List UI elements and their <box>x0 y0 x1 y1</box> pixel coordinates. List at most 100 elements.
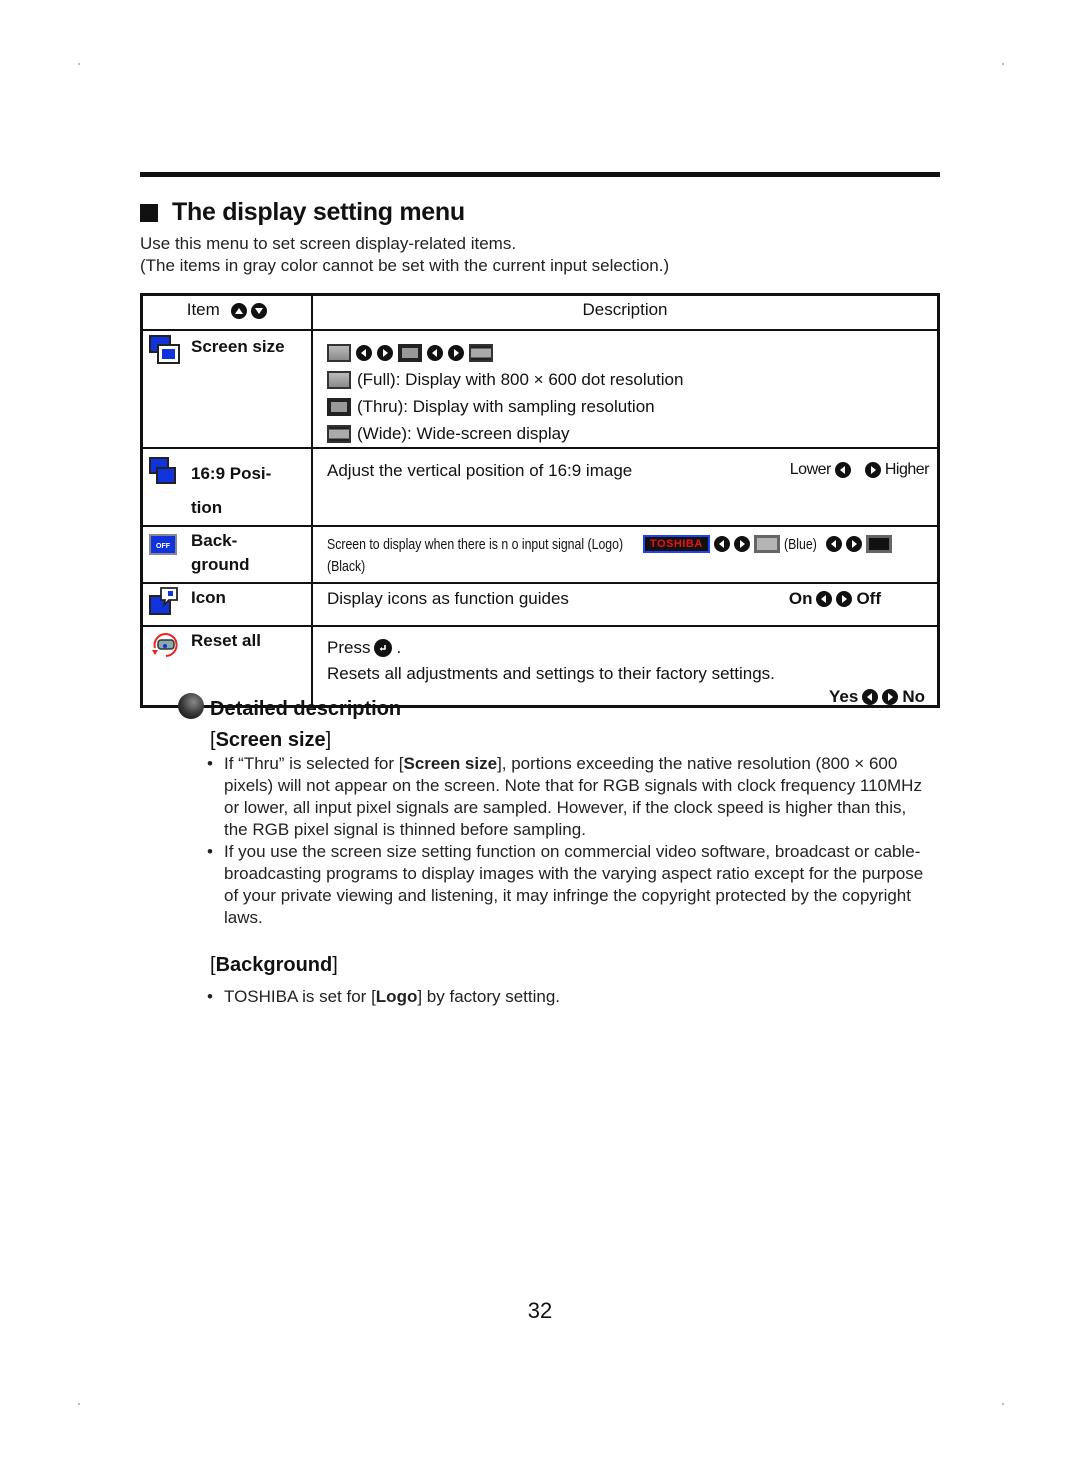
table-row: Icon Display icons as function guides On… <box>140 582 940 627</box>
right-arrow-icon <box>836 591 853 607</box>
header-rule <box>140 172 940 177</box>
item-label-cont: ground <box>191 555 250 574</box>
press-period: . <box>396 638 402 657</box>
table-row: Reset all Press . Resets all adjustments… <box>140 625 940 708</box>
item-cell[interactable]: Screen size <box>140 329 313 449</box>
full-screen-icon <box>327 343 351 362</box>
right-arrow-icon <box>845 536 862 552</box>
item-cell[interactable]: OFF Back- ground <box>140 525 313 584</box>
right-arrow-icon <box>733 536 750 552</box>
section-heading-background: [Background] <box>210 954 338 976</box>
wide-screen-icon <box>327 424 351 443</box>
toshiba-logo-option: TOSHIBA <box>643 535 710 553</box>
left-arrow-icon <box>816 591 833 607</box>
reset-icon <box>152 633 178 657</box>
yes-label: Yes <box>829 687 859 706</box>
right-arrow-icon <box>882 689 899 705</box>
bullet-dot: • <box>207 987 213 1006</box>
icon-guide-icon <box>149 587 178 615</box>
position-desc: Adjust the vertical position of 16:9 ima… <box>327 461 633 480</box>
bullet-item: • TOSHIBA is set for [Logo] by factory s… <box>207 986 927 1008</box>
intro-line: (The items in gray color cannot be set w… <box>140 256 670 275</box>
sphere-bullet-icon <box>178 692 204 719</box>
intro-line: Use this menu to set screen display-rela… <box>140 234 517 253</box>
section-title: Background <box>215 954 333 976</box>
black-label: (Black) <box>327 558 366 575</box>
higher-label: Higher <box>884 461 930 478</box>
left-arrow-icon <box>834 462 851 478</box>
table-row: Screen size (Full): Display with 800 × 6… <box>140 329 940 449</box>
detailed-description-heading: Detailed description <box>178 692 402 721</box>
blue-swatch <box>753 535 780 553</box>
right-arrow-icon <box>864 462 881 478</box>
item-label: Screen size <box>191 337 285 356</box>
square-bullet-icon <box>140 203 158 222</box>
display-menu-table: Item Description Screen size (Full): Dis… <box>140 293 940 708</box>
screen-size-bullets: • If “Thru” is selected for [Screen size… <box>207 753 927 929</box>
background-off-icon: OFF <box>149 534 177 555</box>
background-bullets: • TOSHIBA is set for [Logo] by factory s… <box>207 986 927 1008</box>
svg-text:OFF: OFF <box>156 543 171 550</box>
description-cell: Adjust the vertical position of 16:9 ima… <box>311 447 940 527</box>
section-title: Screen size <box>215 729 326 751</box>
bullet-dot: • <box>207 754 213 773</box>
bullet-text-post: ] by factory setting. <box>417 987 561 1006</box>
option-wide-desc: (Wide): Wide-screen display <box>357 423 570 443</box>
item-header-label: Item <box>186 300 220 319</box>
bullet-text: If you use the screen size setting funct… <box>224 842 924 927</box>
left-arrow-icon <box>427 344 443 361</box>
bullet-text: TOSHIBA is set for [Logo] by factory set… <box>224 986 560 1008</box>
bullet-text-pre: TOSHIBA is set for [ <box>224 987 376 1006</box>
screen-size-icon <box>149 335 180 364</box>
bullet-text-pre: If “Thru” is selected for [ <box>224 754 404 773</box>
item-label: Back- <box>191 531 238 550</box>
table-row: 16:9 Posi- tion Adjust the vertical posi… <box>140 447 940 527</box>
full-screen-icon <box>327 370 351 389</box>
on-label: On <box>788 589 813 608</box>
no-label: No <box>902 687 925 706</box>
section-heading-screen-size: [Screen size] <box>210 729 332 751</box>
item-cell[interactable]: 16:9 Posi- tion <box>140 447 313 527</box>
description-cell: (Full): Display with 800 × 600 dot resol… <box>311 329 940 449</box>
item-cell[interactable]: Reset all <box>140 625 313 708</box>
item-label-cont: tion <box>191 498 223 517</box>
crop-mark <box>78 1403 80 1405</box>
crop-mark <box>78 63 80 65</box>
right-arrow-icon <box>377 344 393 361</box>
position-icon <box>149 457 176 484</box>
table-header-row: Item Description <box>140 293 940 331</box>
intro-text: Use this menu to set screen display-rela… <box>140 233 669 277</box>
bullet-item: • If you use the screen size setting fun… <box>207 841 927 929</box>
description-cell: Press . Resets all adjustments and setti… <box>311 625 940 708</box>
crop-mark <box>1002 1403 1004 1405</box>
left-arrow-icon <box>825 536 842 552</box>
option-thru-desc: (Thru): Display with sampling resolution <box>357 396 655 416</box>
detailed-description-title: Detailed description <box>210 698 402 720</box>
icon-desc: Display icons as function guides <box>327 589 569 608</box>
page-title: The display setting menu <box>140 198 465 227</box>
bullet-item: • If “Thru” is selected for [Screen size… <box>207 753 927 841</box>
left-arrow-icon <box>713 536 730 552</box>
thru-screen-icon <box>327 397 351 416</box>
page-number: 32 <box>527 1298 553 1323</box>
black-swatch <box>865 535 892 553</box>
press-label: Press <box>327 638 371 657</box>
left-arrow-icon <box>356 344 372 361</box>
description-column-header: Description <box>311 293 940 331</box>
item-label: 16:9 Posi- <box>191 464 272 483</box>
bullet-text-bold: Screen size <box>403 754 498 773</box>
right-arrow-icon <box>448 344 464 361</box>
left-arrow-icon <box>862 689 879 705</box>
description-cell: Display icons as function guides On Off <box>311 582 940 627</box>
wide-screen-icon <box>469 343 493 362</box>
bullet-text-bold: Logo <box>375 987 418 1006</box>
bullet-text: If “Thru” is selected for [Screen size],… <box>224 753 927 841</box>
thru-screen-icon <box>398 343 422 362</box>
crop-mark <box>1002 63 1004 65</box>
item-cell[interactable]: Icon <box>140 582 313 627</box>
option-full-desc: (Full): Display with 800 × 600 dot resol… <box>357 369 684 389</box>
description-header-label: Description <box>582 300 668 319</box>
description-cell: Screen to display when there is n o inpu… <box>311 525 940 584</box>
lower-label: Lower <box>789 461 832 478</box>
background-desc: Screen to display when there is n o inpu… <box>327 535 624 553</box>
